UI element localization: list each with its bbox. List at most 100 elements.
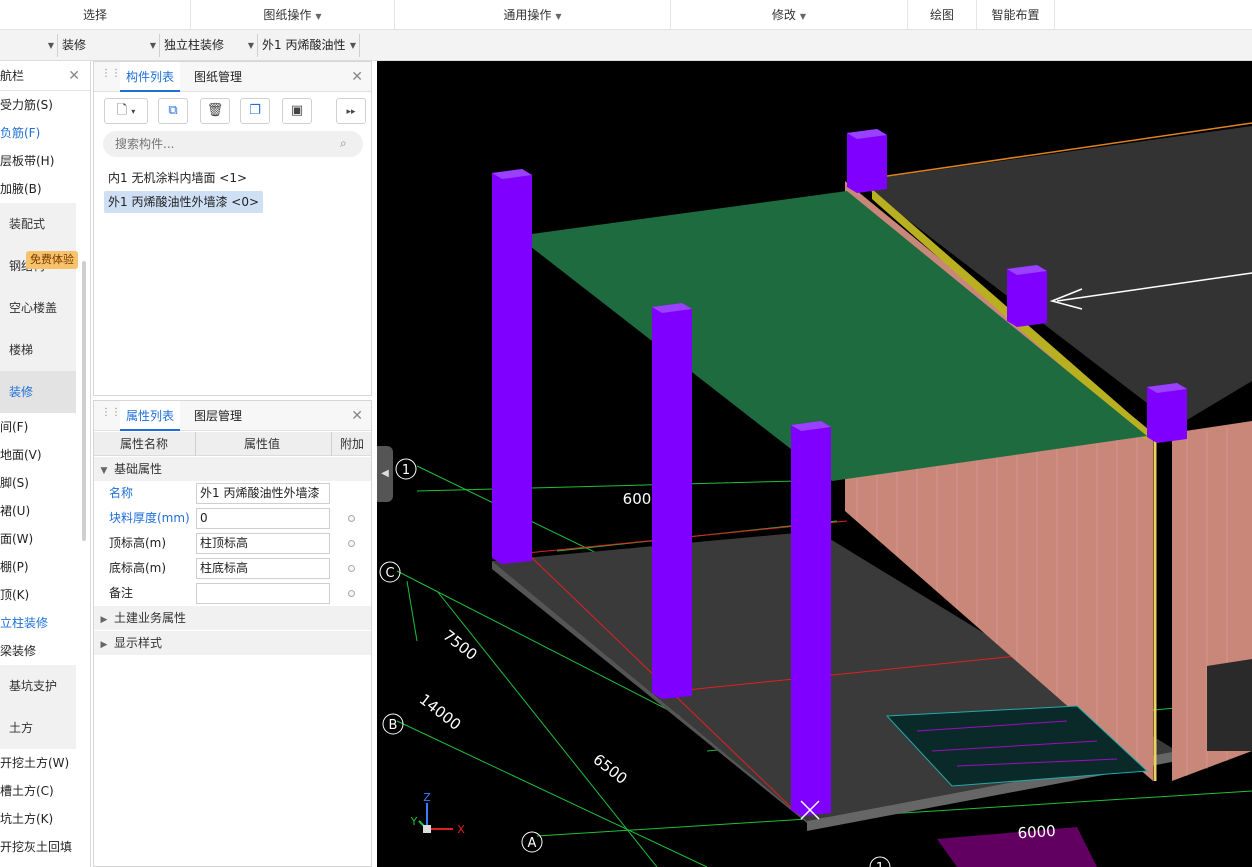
save-component-button[interactable]: ▣ <box>282 98 312 124</box>
nav-item[interactable]: 槽土方(C) <box>0 777 90 805</box>
nav-category-prefab[interactable]: 装配式 <box>0 203 76 245</box>
extra-checkbox[interactable] <box>348 565 355 572</box>
collapse-panel-handle[interactable]: ◀ <box>377 446 393 502</box>
ribbon-group-label: 选择 <box>82 8 107 22</box>
component-panel-tabs: ⋮⋮ 构件列表 图纸管理 ✕ <box>94 62 371 92</box>
component-item-selected[interactable]: 外1 丙烯酸油性外墙漆 <0> <box>104 191 264 213</box>
column[interactable] <box>1147 383 1187 443</box>
caret-down-icon: ▾ <box>131 107 136 116</box>
nav-item[interactable]: 面(W) <box>0 525 90 553</box>
nav-item[interactable]: 负筋(F) <box>0 119 90 147</box>
nav-category-label: 空心楼盖 <box>9 301 58 315</box>
nav-category-label: 土方 <box>9 721 34 735</box>
property-value-input[interactable]: 外1 丙烯酸油性外墙漆 <box>196 483 330 504</box>
drag-handle-icon[interactable]: ⋮⋮ <box>101 408 121 423</box>
tab-layer-management[interactable]: 图层管理 <box>188 401 248 431</box>
ribbon-group-select[interactable]: 选择 <box>0 0 191 30</box>
ribbon-group-drawing-ops[interactable]: 图纸操作 ▼ <box>191 0 395 30</box>
ribbon-group-label: 修改 <box>771 8 796 22</box>
property-group-display[interactable]: ▶ 显示样式 <box>94 631 371 655</box>
axis-label: 1 <box>402 463 410 478</box>
column[interactable] <box>492 169 532 564</box>
type-select-value: 独立柱装修 <box>164 38 225 52</box>
copy-component-button[interactable]: ⧉ <box>158 98 188 124</box>
nav-item[interactable]: 裙(U) <box>0 497 90 525</box>
nav-item[interactable]: 层板带(H) <box>0 147 90 175</box>
close-icon[interactable]: ✕ <box>68 61 80 91</box>
ribbon-group-modify[interactable]: 修改 ▼ <box>671 0 908 30</box>
scrollbar[interactable] <box>82 261 86 541</box>
caret-down-icon: ▼ <box>799 12 807 21</box>
nav-item[interactable]: 棚(P) <box>0 553 90 581</box>
axis-label: C <box>385 566 394 581</box>
properties-panel-tabs: ⋮⋮ 属性列表 图层管理 ✕ <box>94 401 371 431</box>
column[interactable] <box>791 421 831 816</box>
ribbon-group-common-ops[interactable]: 通用操作 ▼ <box>395 0 671 30</box>
property-row-remarks: 备注 <box>94 581 371 606</box>
column[interactable] <box>1007 265 1047 327</box>
nav-item[interactable]: 脚(S) <box>0 469 90 497</box>
nav-category-steel[interactable]: 钢结构 免费体验 <box>0 245 78 287</box>
ribbon-group-draw[interactable]: 绘图 <box>908 0 977 30</box>
caret-down-icon: ▼ <box>555 12 562 21</box>
tab-component-list[interactable]: 构件列表 <box>120 62 181 92</box>
navigation-title: 航栏 <box>0 69 25 83</box>
chevron-down-icon: ▼ <box>100 466 108 476</box>
extra-checkbox[interactable] <box>348 515 355 522</box>
nav-item[interactable]: 加腋(B) <box>0 175 90 203</box>
duplicate-component-button[interactable]: ❐ <box>240 98 270 124</box>
type-select[interactable]: 独立柱装修 ▼ <box>160 34 256 57</box>
extra-checkbox[interactable] <box>348 590 355 597</box>
nav-item[interactable]: 坑土方(K) <box>0 805 90 833</box>
property-group-label: 土建业务属性 <box>114 611 187 625</box>
caret-down-icon: ▼ <box>349 41 356 50</box>
property-value-input[interactable]: 柱底标高 <box>196 558 330 579</box>
floor-select[interactable]: ▼ <box>0 34 56 57</box>
nav-item[interactable]: 顶(K) <box>0 581 90 609</box>
nav-category-stairs[interactable]: 楼梯 <box>0 329 76 371</box>
nav-category-decoration[interactable]: 装修 <box>0 371 76 413</box>
close-icon[interactable]: ✕ <box>351 401 363 431</box>
property-value-input[interactable]: 0 <box>196 508 330 529</box>
component-item[interactable]: 内1 无机涂料内墙面 <1> <box>104 167 251 189</box>
tab-property-list[interactable]: 属性列表 <box>120 401 181 431</box>
nav-category-hollow-floor[interactable]: 空心楼盖 <box>0 287 76 329</box>
nav-item[interactable]: 梁装修 <box>0 637 90 665</box>
ribbon-group-smart-layout[interactable]: 智能布置 <box>977 0 1055 30</box>
nav-category-label: 基坑支护 <box>9 679 58 693</box>
free-trial-badge[interactable]: 免费体验 <box>26 251 78 269</box>
property-value-input[interactable] <box>196 583 330 604</box>
more-actions-button[interactable]: ▸▸ <box>336 98 366 124</box>
drag-handle-icon[interactable]: ⋮⋮ <box>101 69 121 84</box>
duplicate-icon: ❐ <box>249 103 261 118</box>
3d-viewport[interactable]: 1 C B A 1 600 7500 14000 6500 6000 Z X Y <box>377 61 1252 867</box>
nav-category-earthwork[interactable]: 土方 <box>0 707 76 749</box>
property-group-basic[interactable]: ▼ 基础属性 <box>94 457 371 481</box>
nav-category-foundation-support[interactable]: 基坑支护 <box>0 665 76 707</box>
nav-item[interactable]: 开挖灰土回填 <box>0 833 90 861</box>
category-select[interactable]: 装修 ▼ <box>58 34 158 57</box>
component-selector-bar: ▼ 装修 ▼ 独立柱装修 ▼ 外1 丙烯酸油性 ▼ <box>0 30 1252 61</box>
nav-category-label: 装配式 <box>9 217 46 231</box>
property-group-civil[interactable]: ▶ 土建业务属性 <box>94 606 371 630</box>
component-select[interactable]: 外1 丙烯酸油性 ▼ <box>258 34 358 57</box>
nav-item[interactable]: 间(F) <box>0 413 90 441</box>
nav-item[interactable]: 地面(V) <box>0 441 90 469</box>
extra-checkbox[interactable] <box>348 540 355 547</box>
new-component-button[interactable]: 🗋 ▾ <box>104 98 148 124</box>
axis-y-label: Y <box>410 815 418 828</box>
property-value-input[interactable]: 柱顶标高 <box>196 533 330 554</box>
column[interactable] <box>652 303 692 699</box>
property-label: 备注 <box>109 586 134 600</box>
column[interactable] <box>847 129 887 193</box>
nav-item[interactable]: 开挖土方(W) <box>0 749 90 777</box>
nav-item-column-decoration[interactable]: 立柱装修 <box>0 609 90 637</box>
tab-drawing-management[interactable]: 图纸管理 <box>188 62 248 92</box>
nav-item[interactable]: 受力筋(S) <box>0 91 90 119</box>
delete-component-button[interactable]: 🗑 <box>200 98 230 124</box>
search-component-input[interactable] <box>103 131 363 157</box>
dimension-label: 600 <box>623 490 652 508</box>
close-icon[interactable]: ✕ <box>351 62 363 92</box>
3d-scene[interactable]: 1 C B A 1 600 7500 14000 6500 6000 Z X Y <box>377 61 1252 867</box>
caret-down-icon: ▼ <box>315 12 322 21</box>
